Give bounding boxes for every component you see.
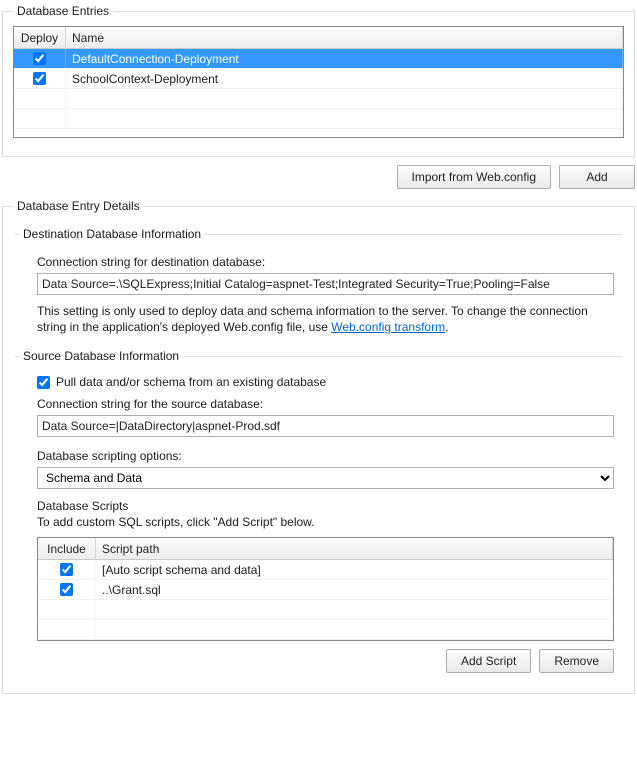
name-cell: SchoolContext-Deployment [66, 69, 623, 88]
destination-conn-label: Connection string for destination databa… [37, 255, 614, 269]
include-checkbox[interactable] [60, 563, 73, 576]
source-conn-label: Connection string for the source databas… [37, 397, 614, 411]
table-row-empty [14, 109, 623, 129]
scripting-options-select[interactable]: Schema and Data [37, 467, 614, 489]
scripts-grid-body: [Auto script schema and data] ..\Grant.s… [38, 560, 613, 640]
destination-note-suffix: . [445, 320, 448, 334]
table-row-empty [38, 600, 613, 620]
pull-data-label: Pull data and/or schema from an existing… [56, 375, 326, 389]
include-checkbox[interactable] [60, 583, 73, 596]
table-row-empty [38, 620, 613, 640]
table-row[interactable]: [Auto script schema and data] [38, 560, 613, 580]
scripts-grid-header: Include Script path [38, 538, 613, 560]
column-header-name[interactable]: Name [66, 27, 623, 48]
table-row[interactable]: SchoolContext-Deployment [14, 69, 623, 89]
destination-note: This setting is only used to deploy data… [37, 303, 614, 335]
entries-grid-header: Deploy Name [14, 27, 623, 49]
deploy-checkbox[interactable] [33, 72, 46, 85]
table-row[interactable]: DefaultConnection-Deployment [14, 49, 623, 69]
destination-db-group: Destination Database Information Connect… [15, 227, 622, 343]
deploy-cell [14, 69, 66, 88]
pull-data-checkbox[interactable] [37, 376, 50, 389]
entries-grid[interactable]: Deploy Name DefaultConnection-Deployment… [13, 26, 624, 138]
import-from-webconfig-button[interactable]: Import from Web.config [397, 165, 552, 189]
destination-note-prefix: This setting is only used to deploy data… [37, 304, 588, 334]
source-db-legend: Source Database Information [19, 349, 183, 363]
source-conn-input[interactable] [37, 415, 614, 437]
destination-db-legend: Destination Database Information [19, 227, 205, 241]
table-row[interactable]: ..\Grant.sql [38, 580, 613, 600]
column-header-include[interactable]: Include [38, 538, 96, 559]
entries-button-row: Import from Web.config Add [2, 165, 635, 189]
table-row-empty [14, 89, 623, 109]
source-db-group: Source Database Information Pull data an… [15, 349, 622, 677]
database-entry-details-legend: Database Entry Details [13, 199, 144, 213]
database-entries-group: Database Entries Deploy Name DefaultConn… [2, 4, 635, 157]
deploy-checkbox[interactable] [33, 52, 46, 65]
name-cell: DefaultConnection-Deployment [66, 49, 623, 68]
scripts-grid[interactable]: Include Script path [Auto script schema … [37, 537, 614, 641]
database-entry-details-group: Database Entry Details Destination Datab… [2, 199, 635, 694]
add-script-button[interactable]: Add Script [446, 649, 531, 673]
column-header-path[interactable]: Script path [96, 538, 613, 559]
include-cell [38, 560, 96, 579]
database-scripts-note: To add custom SQL scripts, click "Add Sc… [37, 515, 614, 529]
include-cell [38, 580, 96, 599]
column-header-deploy[interactable]: Deploy [14, 27, 66, 48]
webconfig-transform-link[interactable]: Web.config transform [331, 320, 445, 334]
remove-script-button[interactable]: Remove [539, 649, 614, 673]
path-cell: ..\Grant.sql [96, 580, 613, 599]
entries-grid-body: DefaultConnection-Deployment SchoolConte… [14, 49, 623, 137]
database-scripts-heading: Database Scripts [37, 499, 614, 513]
path-cell: [Auto script schema and data] [96, 560, 613, 579]
database-entries-legend: Database Entries [13, 4, 113, 18]
add-entry-button[interactable]: Add [559, 165, 635, 189]
scripting-options-label: Database scripting options: [37, 449, 614, 463]
destination-conn-input[interactable] [37, 273, 614, 295]
deploy-cell [14, 49, 66, 68]
scripts-button-row: Add Script Remove [37, 649, 614, 673]
